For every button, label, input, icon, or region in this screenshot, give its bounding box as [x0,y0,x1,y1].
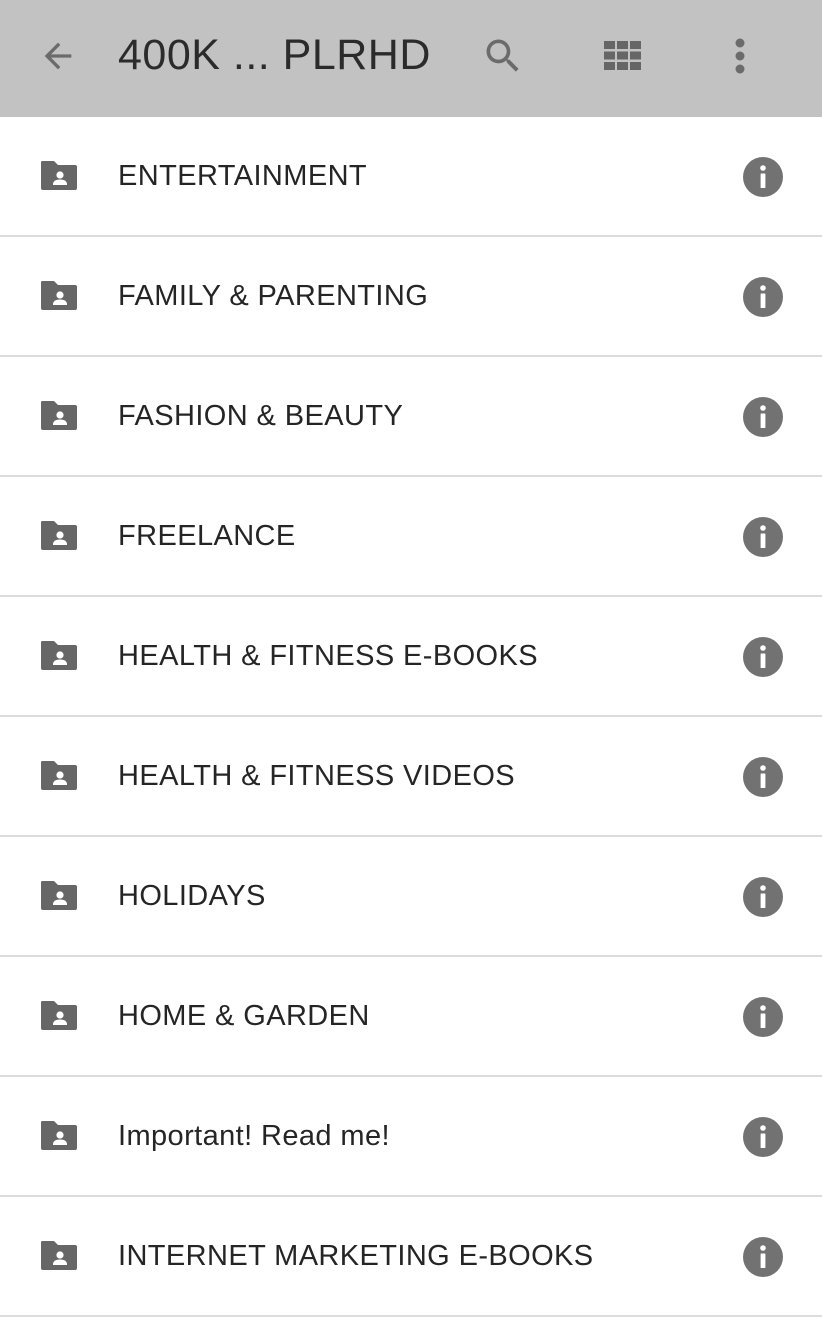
list-item[interactable]: HOME & GARDEN [0,957,822,1077]
list-item[interactable]: FAMILY & PARENTING [0,237,822,357]
app-bar: 400K ... PLRHD [0,0,822,117]
list-item-label: INTERNET MARKETING E-BOOKS [118,1240,594,1272]
shared-folder-icon [41,881,77,910]
info-icon[interactable] [743,1237,783,1277]
info-icon[interactable] [743,1117,783,1157]
info-icon[interactable] [743,757,783,797]
list-item-label: HOLIDAYS [118,880,266,912]
list-item[interactable]: FREELANCE [0,477,822,597]
back-button[interactable] [26,27,90,85]
info-icon[interactable] [743,517,783,557]
shared-folder-icon [41,161,77,190]
search-icon [486,39,519,72]
grid-view-icon [604,41,641,70]
grid-view-button[interactable] [590,25,656,87]
list-item-label: HEALTH & FITNESS VIDEOS [118,760,516,792]
list-item-label: FASHION & BEAUTY [118,400,404,432]
shared-folder-icon [41,1001,77,1030]
search-button[interactable] [470,25,536,87]
shared-folder-icon [41,281,77,310]
list-item-label: FREELANCE [118,520,296,552]
list-item-label: HEALTH & FITNESS E-BOOKS [118,640,538,672]
list-item-label: HOME & GARDEN [118,1000,370,1032]
shared-folder-icon [41,641,77,670]
list-item[interactable]: HEALTH & FITNESS VIDEOS [0,717,822,837]
arrow-left-icon [44,42,72,70]
folder-list: ENTERTAINMENT FAMILY & PARENTING FASHION… [0,117,822,1317]
list-item[interactable]: INTERNET MARKETING E-BOOKS [0,1197,822,1317]
shared-folder-icon [41,1241,77,1270]
list-item[interactable]: Important! Read me! [0,1077,822,1197]
list-item[interactable]: ENTERTAINMENT [0,117,822,237]
info-icon[interactable] [743,397,783,437]
list-item-label: Important! Read me! [118,1120,390,1152]
list-item[interactable]: FASHION & BEAUTY [0,357,822,477]
info-icon[interactable] [743,997,783,1037]
more-vert-icon [735,38,745,74]
shared-folder-icon [41,761,77,790]
info-icon[interactable] [743,277,783,317]
info-icon[interactable] [743,877,783,917]
more-options-button[interactable] [710,25,770,87]
list-item[interactable]: HOLIDAYS [0,837,822,957]
info-icon[interactable] [743,157,783,197]
shared-folder-icon [41,401,77,430]
list-item-label: ENTERTAINMENT [118,160,368,192]
info-icon[interactable] [743,637,783,677]
folder-title: 400K ... PLRHD [118,31,431,79]
list-item[interactable]: HEALTH & FITNESS E-BOOKS [0,597,822,717]
list-item-label: FAMILY & PARENTING [118,280,429,312]
shared-folder-icon [41,1121,77,1150]
shared-folder-icon [41,521,77,550]
